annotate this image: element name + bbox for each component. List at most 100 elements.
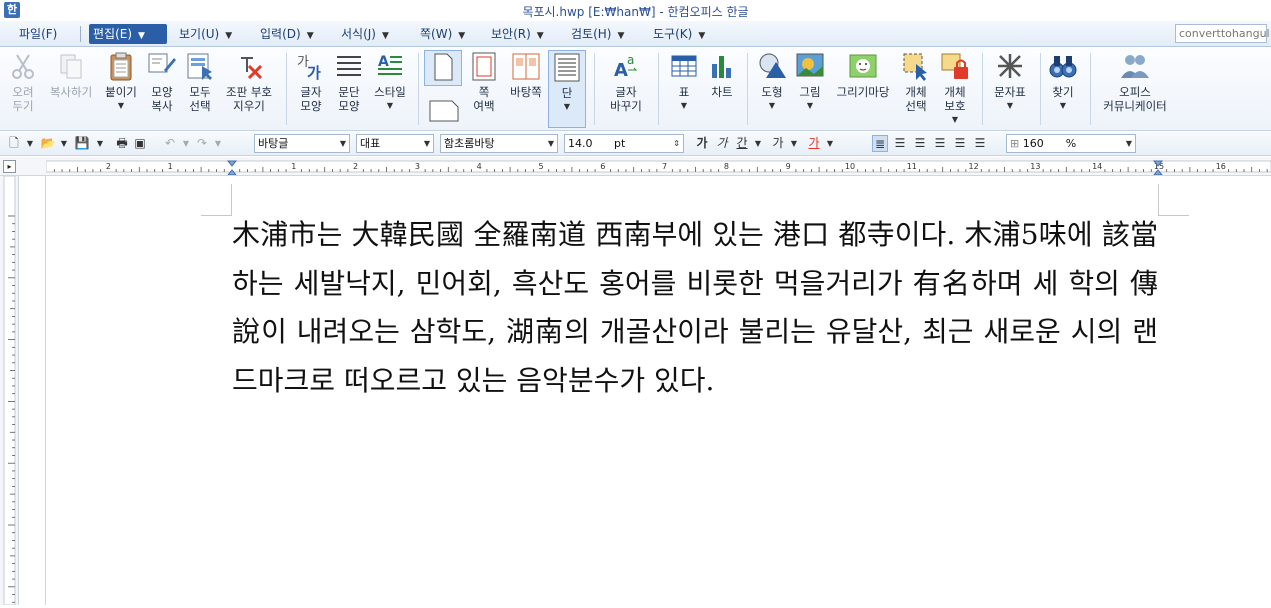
- chart-button[interactable]: 차트: [704, 50, 740, 99]
- select-all-button[interactable]: 모두 선택: [184, 50, 216, 113]
- format-copy-button[interactable]: 모양 복사: [144, 50, 180, 113]
- ribbon-separator: [1040, 53, 1041, 125]
- clear-markup-button[interactable]: 조판 부호 지우기: [220, 50, 278, 113]
- ribbon-separator: [982, 53, 983, 125]
- menu-page[interactable]: 쪽(W) ▼: [416, 24, 469, 44]
- copy-button[interactable]: 복사하기: [46, 50, 96, 99]
- page-portrait-button[interactable]: [424, 50, 462, 86]
- chevron-down-icon: ▼: [1059, 101, 1067, 110]
- chevron-down-icon[interactable]: ▼: [178, 135, 194, 152]
- para-shape-button[interactable]: 문단 모양: [332, 50, 366, 113]
- font-select[interactable]: 함초롬바탕 ▼: [440, 134, 558, 153]
- save-icon[interactable]: 💾: [74, 135, 90, 152]
- picture-button[interactable]: 그림 ▼: [792, 50, 828, 113]
- menu-insert[interactable]: 입력(D) ▼: [256, 24, 318, 44]
- char-replace-button[interactable]: Aa 글자 바꾸기: [603, 50, 649, 113]
- style-select[interactable]: 바탕글 ▼: [254, 134, 350, 153]
- bold-button[interactable]: 가: [694, 135, 710, 152]
- print-preview-icon[interactable]: ▣: [132, 135, 148, 152]
- align-right-icon[interactable]: ☰: [932, 135, 948, 152]
- drawing-gallery-button[interactable]: 그리기마당: [832, 50, 894, 99]
- menu-security[interactable]: 보안(R) ▼: [487, 24, 548, 44]
- find-button[interactable]: 찾기 ▼: [1045, 50, 1081, 113]
- align-divide-icon[interactable]: ☰: [972, 135, 988, 152]
- page-margin-icon: [472, 52, 496, 81]
- chevron-down-icon[interactable]: ▼: [22, 135, 38, 152]
- style-button[interactable]: A 스타일 ▼: [370, 50, 410, 113]
- char-shape-button[interactable]: 가가 글자 모양: [294, 50, 328, 113]
- style-icon: A: [378, 54, 402, 75]
- chevron-down-icon[interactable]: ▼: [56, 135, 72, 152]
- chevron-down-icon: ▼: [536, 31, 544, 41]
- page-landscape-button[interactable]: [426, 95, 462, 126]
- clipboard-icon: [110, 52, 132, 81]
- chevron-down-icon: ▼: [386, 101, 394, 110]
- language-select[interactable]: 대표 ▼: [356, 134, 434, 153]
- table-button[interactable]: 표 ▼: [666, 50, 702, 113]
- menu-tools[interactable]: 도구(K) ▼: [649, 24, 709, 44]
- ruler-toggle-button[interactable]: ▸: [3, 160, 16, 173]
- strikethrough-button[interactable]: 가: [770, 135, 786, 152]
- horizontal-ruler[interactable]: 2 1 1 2 3 4 5 6 7 8 9 10 11 12 13 14 15 16: [46, 157, 1271, 175]
- menu-file[interactable]: 파일(F): [15, 24, 61, 44]
- ruler-bar: ▸ 2 1 1 2 3 4 5 6 7 8 9 10 11 12 13 14 15 16: [0, 157, 1271, 176]
- zoom-input[interactable]: ⊞ 160% ▼: [1006, 134, 1136, 153]
- page-margin-button[interactable]: 쪽 여백: [464, 50, 504, 113]
- undo-icon[interactable]: ↶: [162, 135, 178, 152]
- shape-button[interactable]: 도형 ▼: [754, 50, 790, 113]
- italic-button[interactable]: 가: [714, 135, 730, 152]
- font-size-input[interactable]: 14.0 pt ⇕: [564, 134, 684, 153]
- master-page-button[interactable]: 바탕쪽: [506, 50, 546, 99]
- column-button[interactable]: 단 ▼: [548, 50, 586, 128]
- underline-button[interactable]: 간: [734, 135, 750, 152]
- ribbon-separator: [286, 53, 287, 125]
- redo-icon[interactable]: ↷: [194, 135, 210, 152]
- ribbon-separator: [418, 53, 419, 125]
- ruler-label: 5: [538, 162, 543, 171]
- paste-button[interactable]: 붙이기 ▼: [101, 50, 141, 113]
- align-left-icon[interactable]: ☰: [892, 135, 908, 152]
- object-select-button[interactable]: 개체 선택: [898, 50, 934, 113]
- print-icon[interactable]: 🖶: [114, 135, 130, 152]
- chevron-down-icon: ▼: [458, 31, 466, 41]
- menu-format[interactable]: 서식(J) ▼: [337, 24, 393, 44]
- ribbon-separator: [658, 53, 659, 125]
- chevron-down-icon[interactable]: ▼: [210, 135, 226, 152]
- lock-icon: [941, 53, 968, 79]
- vertical-ruler[interactable]: [0, 175, 19, 606]
- ribbon-separator: [1090, 53, 1091, 125]
- open-folder-icon[interactable]: 📂: [40, 135, 56, 152]
- chevron-down-icon[interactable]: ▼: [786, 135, 802, 152]
- chevron-down-icon: ▼: [381, 31, 389, 41]
- ribbon-separator: [747, 53, 748, 125]
- cut-button[interactable]: 오려 두기: [3, 50, 43, 113]
- document-page[interactable]: 木浦市는 大韓民國 全羅南道 西南부에 있는 港口 都寺이다. 木浦5味에 該當…: [46, 176, 1271, 605]
- menu-edit[interactable]: 편집(E) ▼: [89, 24, 167, 44]
- new-document-icon[interactable]: 🗋: [6, 135, 22, 152]
- chevron-down-icon: ▼: [806, 101, 814, 110]
- window-title: 목포시.hwp [E:₩han₩] - 한컴오피스 한글: [522, 5, 749, 19]
- chevron-down-icon[interactable]: ▼: [750, 135, 766, 152]
- font-color-button[interactable]: 가: [806, 135, 822, 152]
- master-page-icon: [512, 53, 540, 80]
- ruler-label: 12: [969, 162, 979, 171]
- chevron-down-icon[interactable]: ▼: [92, 135, 108, 152]
- align-justify-icon[interactable]: ≣: [872, 135, 888, 152]
- align-distribute-icon[interactable]: ☰: [952, 135, 968, 152]
- chevron-down-icon: ▼: [951, 115, 959, 124]
- object-protect-button[interactable]: 개체 보호 ▼: [937, 50, 973, 127]
- columns-icon: [554, 53, 580, 82]
- align-center-icon[interactable]: ☰: [912, 135, 928, 152]
- document-body-text[interactable]: 木浦市는 大韓民國 全羅南道 西南부에 있는 港口 都寺이다. 木浦5味에 該當…: [232, 211, 1158, 405]
- command-search-input[interactable]: converttohangul: [1175, 24, 1270, 43]
- symbol-button[interactable]: 문자표 ▼: [988, 50, 1032, 113]
- svg-text:가: 가: [307, 64, 321, 82]
- chevron-down-icon[interactable]: ▼: [822, 135, 838, 152]
- ruler-label: 8: [724, 162, 729, 171]
- menu-review[interactable]: 검토(H) ▼: [567, 24, 628, 44]
- chevron-down-icon: ▼: [1125, 139, 1132, 148]
- menu-view[interactable]: 보기(U) ▼: [175, 24, 236, 44]
- office-communicator-button[interactable]: 오피스 커뮤니케이터: [1097, 50, 1173, 113]
- object-select-icon: [903, 53, 927, 81]
- chevron-down-icon: ▼: [117, 101, 125, 110]
